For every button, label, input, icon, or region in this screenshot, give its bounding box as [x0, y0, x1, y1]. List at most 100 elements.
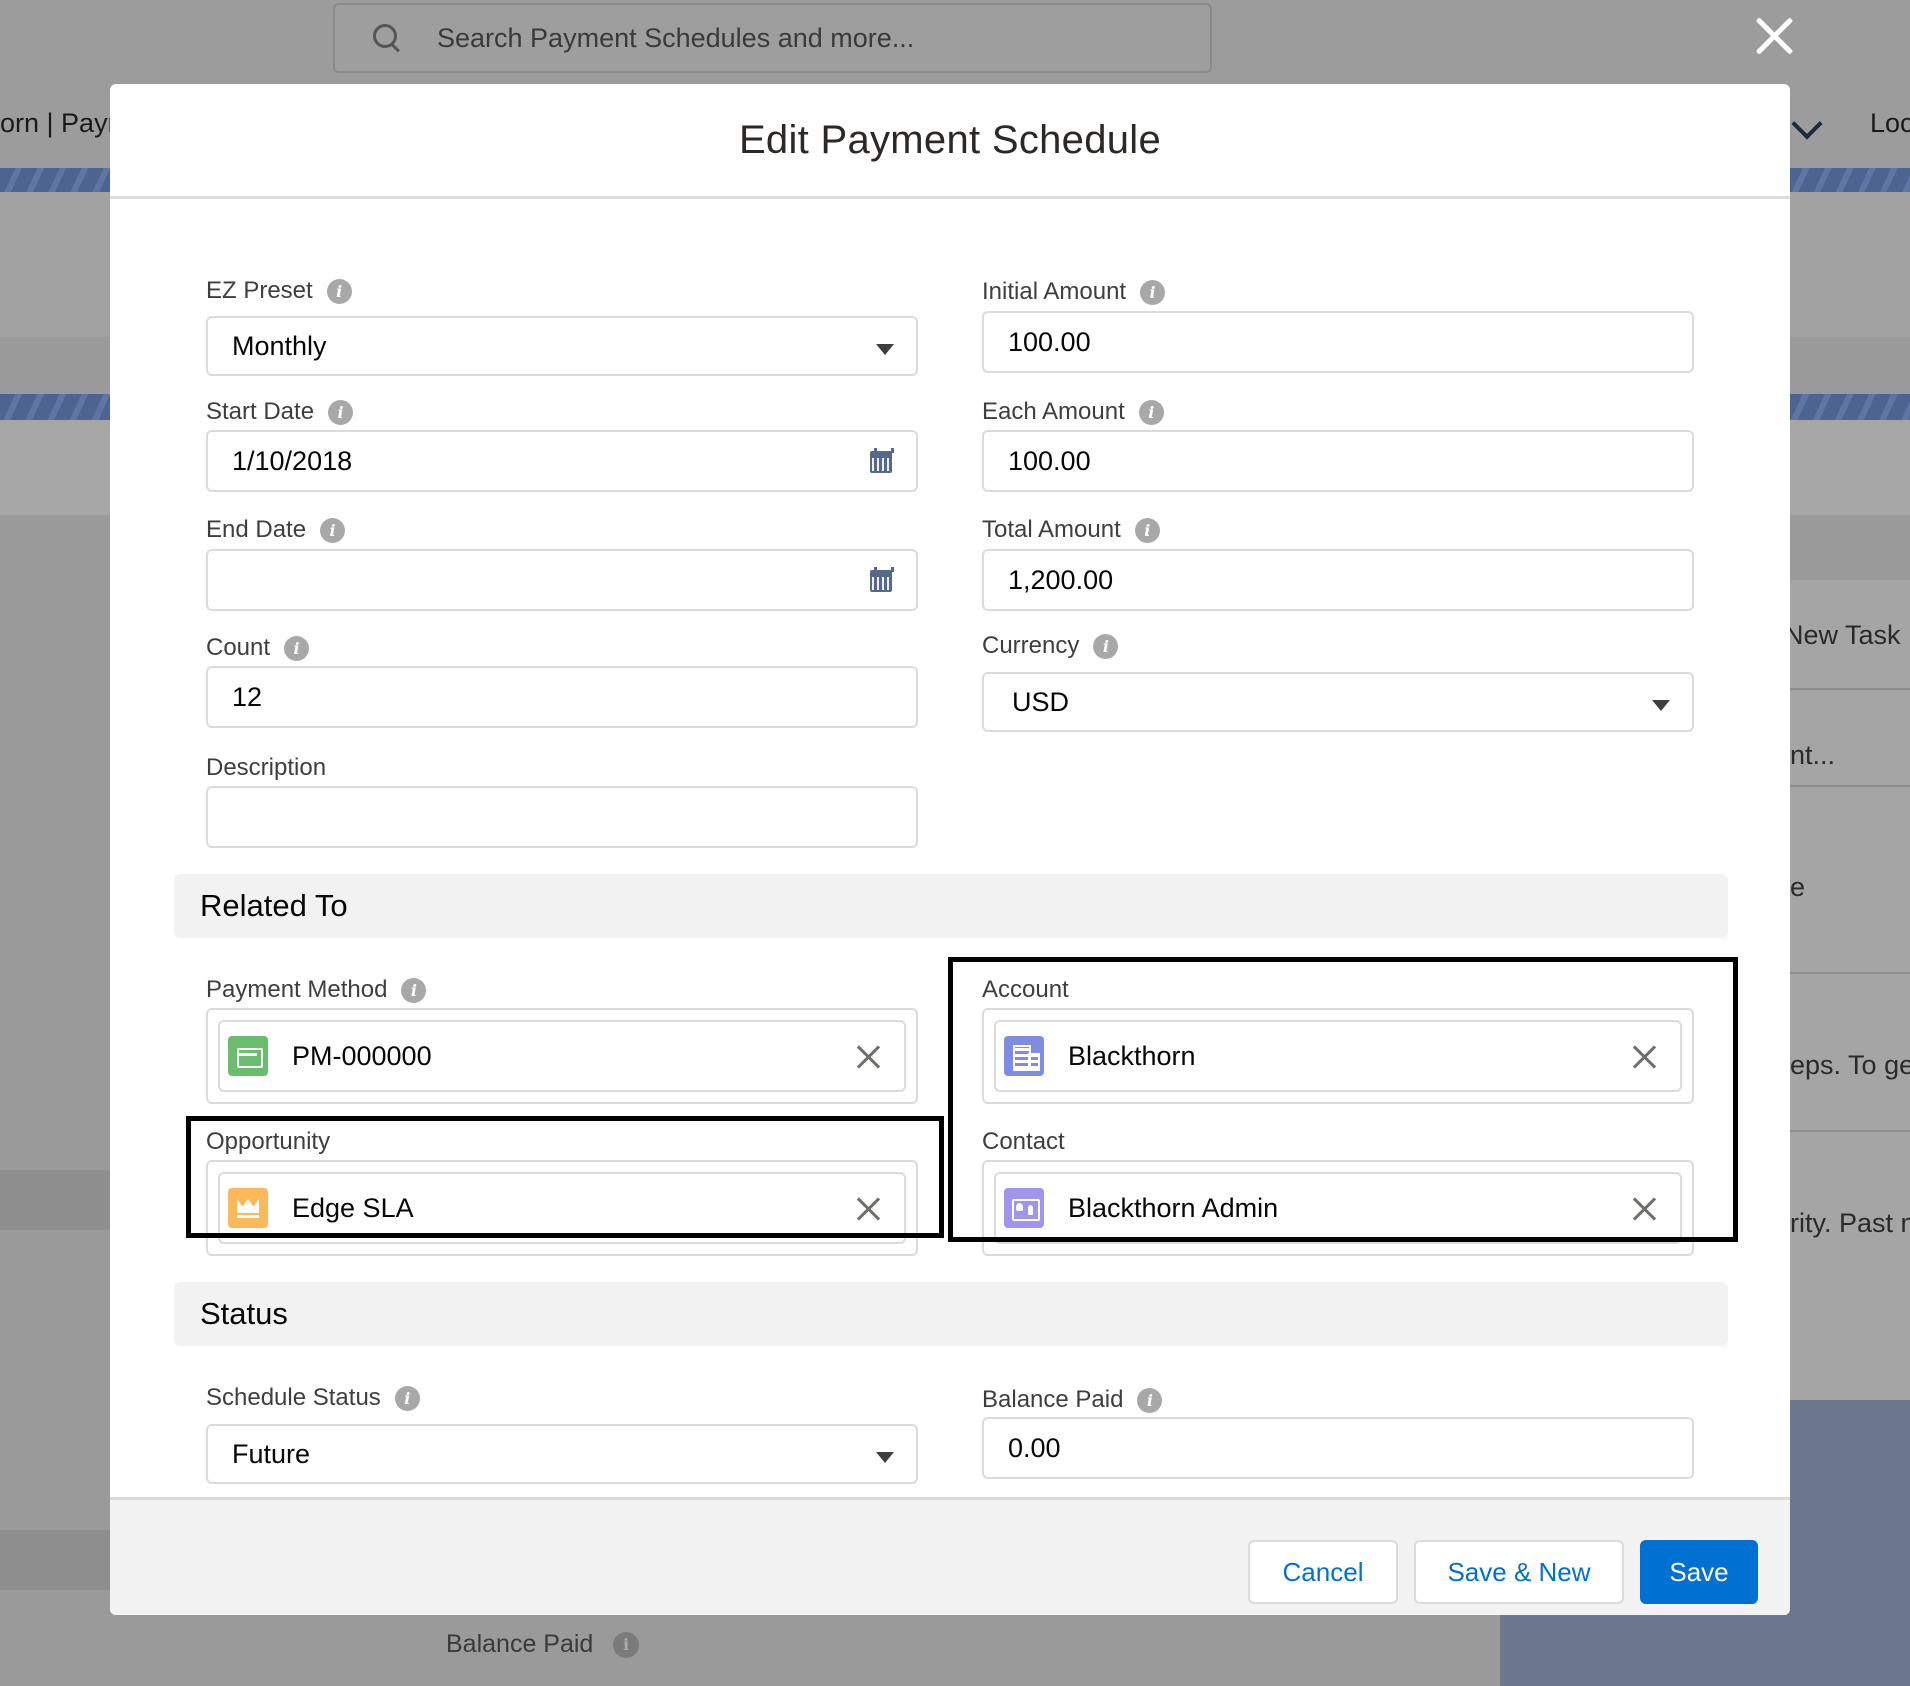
info-icon[interactable]: i [284, 635, 310, 661]
info-icon[interactable]: i [1093, 633, 1119, 659]
initial-amount-label: Initial Amount i [982, 278, 1166, 306]
select-value: USD [1012, 686, 1070, 717]
currency-label: Currency i [982, 632, 1119, 660]
related-to-section-header[interactable]: Related To [174, 874, 1728, 938]
caret-down-icon [876, 344, 894, 355]
bg-text: nt... [1790, 740, 1836, 770]
label-text: Contact [982, 1128, 1065, 1155]
divider [1780, 785, 1910, 787]
remove-icon[interactable] [1632, 1044, 1658, 1070]
each-amount-input[interactable]: 100.00 [982, 430, 1694, 492]
bg-right-panel [1780, 580, 1910, 1400]
info-icon[interactable]: i [328, 399, 354, 425]
label-text: Initial Amount [982, 278, 1127, 305]
payment-card-icon [228, 1036, 268, 1076]
info-icon[interactable]: i [320, 517, 346, 543]
info-icon[interactable]: i [401, 977, 427, 1003]
end-date-label: End Date i [206, 516, 346, 544]
remove-icon[interactable] [856, 1196, 882, 1222]
info-icon: i [613, 1632, 639, 1658]
input-value: 1,200.00 [1008, 564, 1114, 595]
save-button[interactable]: Save [1640, 1540, 1758, 1604]
pill-value: Edge SLA [292, 1192, 414, 1223]
contact-pill[interactable]: Blackthorn Admin [994, 1172, 1682, 1244]
input-value: 100.00 [1008, 445, 1091, 476]
initial-amount-input[interactable]: 100.00 [982, 311, 1694, 373]
select-value: Monthly [232, 330, 327, 361]
remove-icon[interactable] [1632, 1196, 1658, 1222]
status-section-header[interactable]: Status [174, 1282, 1728, 1346]
label-text: Description [206, 754, 327, 781]
edit-payment-schedule-modal: Edit Payment Schedule EZ Preset i Monthly… [110, 84, 1790, 1615]
opportunity-label: Opportunity [206, 1128, 330, 1156]
info-icon[interactable]: i [1138, 399, 1164, 425]
remove-icon[interactable] [856, 1044, 882, 1070]
opportunity-lookup[interactable]: Edge SLA [206, 1160, 918, 1256]
divider [1780, 1130, 1910, 1132]
payment-method-label: Payment Method i [206, 976, 427, 1004]
modal-header: Edit Payment Schedule [110, 84, 1790, 199]
bg-left-strip [0, 1530, 110, 1590]
schedule-status-label: Schedule Status i [206, 1384, 420, 1412]
count-label: Count i [206, 634, 310, 662]
opportunity-pill[interactable]: Edge SLA [218, 1172, 906, 1244]
input-value: 0.00 [1008, 1432, 1061, 1463]
payment-method-pill[interactable]: PM-000000 [218, 1020, 906, 1092]
balance-paid-input[interactable]: 0.00 [982, 1417, 1694, 1479]
bg-text: e [1790, 872, 1806, 902]
label-text: Payment Method [206, 976, 388, 1003]
save-and-new-button[interactable]: Save & New [1414, 1540, 1624, 1604]
info-icon[interactable]: i [326, 278, 352, 304]
search-placeholder: Search Payment Schedules and more... [437, 22, 915, 53]
account-label: Account [982, 976, 1069, 1004]
count-input[interactable]: 12 [206, 666, 918, 728]
label-text: Opportunity [206, 1128, 331, 1155]
bg-text: eps. To get [1790, 1050, 1910, 1080]
account-lookup[interactable]: Blackthorn [982, 1008, 1694, 1104]
currency-select[interactable]: USD [982, 672, 1694, 732]
calendar-icon[interactable] [870, 567, 894, 592]
payment-method-lookup[interactable]: PM-000000 [206, 1008, 918, 1104]
close-modal-icon[interactable] [1752, 14, 1796, 58]
ez-preset-select[interactable]: Monthly [206, 316, 918, 376]
info-icon[interactable]: i [1134, 517, 1160, 543]
info-icon[interactable]: i [1140, 279, 1166, 305]
building-icon [1004, 1036, 1044, 1076]
contact-lookup[interactable]: Blackthorn Admin [982, 1160, 1694, 1256]
calendar-icon[interactable] [870, 448, 894, 473]
select-value: Future [232, 1438, 311, 1469]
pill-value: PM-000000 [292, 1040, 432, 1071]
modal-footer: Cancel Save & New Save [110, 1497, 1790, 1615]
pill-value: Blackthorn [1068, 1040, 1196, 1071]
each-amount-label: Each Amount i [982, 398, 1164, 426]
label-text: Count [206, 634, 271, 661]
caret-down-icon [1652, 700, 1670, 711]
input-value: 1/10/2018 [232, 445, 353, 476]
cancel-button[interactable]: Cancel [1248, 1540, 1398, 1604]
pill-value: Blackthorn Admin [1068, 1192, 1279, 1223]
info-icon[interactable]: i [1137, 1387, 1163, 1413]
end-date-input[interactable] [206, 549, 918, 611]
start-date-input[interactable]: 1/10/2018 [206, 430, 918, 492]
modal-title: Edit Payment Schedule [738, 117, 1162, 162]
schedule-status-select[interactable]: Future [206, 1424, 918, 1484]
balance-paid-label: Balance Paid i [982, 1386, 1163, 1414]
search-icon [369, 20, 405, 56]
bg-text: rity. Past m [1790, 1208, 1910, 1238]
divider [1780, 688, 1910, 690]
info-icon[interactable]: i [394, 1385, 420, 1411]
global-search[interactable]: Search Payment Schedules and more... [333, 3, 1212, 73]
label-text: Each Amount [982, 398, 1125, 425]
contact-card-icon [1004, 1188, 1044, 1228]
description-input[interactable] [206, 786, 918, 848]
account-pill[interactable]: Blackthorn [994, 1020, 1682, 1092]
input-value: 12 [232, 681, 263, 712]
label-text: Total Amount [982, 516, 1121, 543]
total-amount-input[interactable]: 1,200.00 [982, 549, 1694, 611]
contact-label: Contact [982, 1128, 1065, 1156]
label-text: End Date [206, 516, 307, 543]
bg-balance-paid-label: Balance Paid [446, 1630, 594, 1658]
caret-down-icon [876, 1452, 894, 1463]
divider [1780, 972, 1910, 974]
label-text: Start Date [206, 398, 315, 425]
